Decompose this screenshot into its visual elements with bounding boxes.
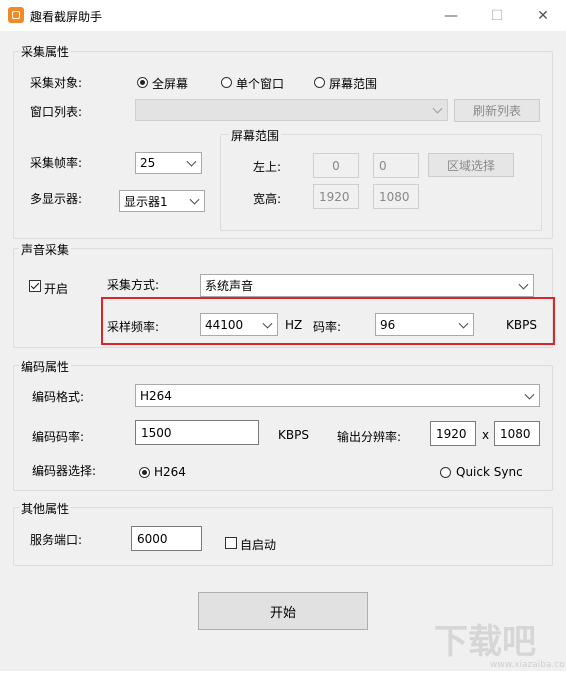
encode-group-title: 编码属性 — [19, 358, 72, 375]
resolution-height-input[interactable]: 1080 — [494, 421, 540, 446]
framerate-label: 采集帧率: — [30, 156, 83, 170]
port-label: 服务端口: — [30, 533, 83, 547]
region-top-input[interactable]: 0 — [373, 153, 419, 178]
radio-single-window[interactable] — [221, 77, 232, 88]
window-list-select[interactable] — [135, 99, 448, 121]
close-button[interactable]: ✕ — [520, 0, 566, 31]
minimize-button[interactable]: — — [428, 0, 474, 31]
chevron-down-icon — [186, 156, 197, 167]
encode-format-select[interactable]: H264 — [135, 384, 540, 407]
region-left-input[interactable]: 0 — [313, 153, 359, 178]
encode-bitrate-input[interactable]: 1500 — [135, 420, 259, 445]
radio-encoder-quicksync[interactable] — [440, 467, 451, 478]
framerate-value: 25 — [140, 156, 156, 170]
chevron-down-icon — [262, 318, 273, 329]
samplerate-value: 44100 — [205, 317, 244, 332]
chevron-down-icon — [458, 318, 469, 329]
encode-bitrate-label: 编码码率: — [32, 430, 85, 444]
encode-bitrate-unit: KBPS — [278, 428, 309, 442]
region-topleft-label: 左上: — [253, 160, 282, 174]
chevron-down-icon — [189, 194, 200, 205]
region-height-input[interactable]: 1080 — [373, 184, 419, 209]
audio-mode-value: 系统声音 — [205, 279, 254, 293]
region-group-title: 屏幕范围 — [229, 127, 282, 144]
title-bar: 趣看截屏助手 — ☐ ✕ — [0, 0, 566, 31]
monitor-label: 多显示器: — [30, 192, 83, 206]
radio-screen-region[interactable] — [314, 77, 325, 88]
audio-enable-label[interactable]: 开启 — [44, 280, 68, 297]
app-icon — [8, 7, 24, 23]
autostart-checkbox[interactable] — [225, 537, 237, 549]
svg-text:www.xiazaiba.com: www.xiazaiba.com — [490, 660, 565, 670]
radio-encoder-h264-label[interactable]: H264 — [154, 465, 186, 479]
capture-target-label: 采集对象: — [30, 76, 83, 90]
framerate-select[interactable]: 25 — [135, 152, 202, 174]
audio-mode-label: 采集方式: — [107, 278, 160, 292]
monitor-value: 显示器1 — [124, 194, 168, 209]
resolution-width-input[interactable]: 1920 — [430, 421, 476, 446]
audio-enable-checkbox[interactable] — [29, 280, 41, 292]
maximize-button[interactable]: ☐ — [474, 0, 520, 31]
resolution-label: 输出分辨率: — [337, 430, 402, 444]
samplerate-unit: HZ — [285, 318, 303, 332]
samplerate-select[interactable]: 44100 — [200, 313, 278, 336]
capture-group-title: 采集属性 — [19, 43, 72, 60]
audio-bitrate-value: 96 — [380, 317, 396, 332]
other-group — [13, 507, 553, 566]
resolution-x-label: x — [482, 428, 490, 442]
other-group-title: 其他属性 — [19, 500, 72, 517]
audio-mode-select[interactable]: 系统声音 — [200, 274, 534, 297]
start-button[interactable]: 开始 — [198, 592, 368, 630]
radio-single-window-label[interactable]: 单个窗口 — [236, 75, 284, 92]
chevron-down-icon — [524, 389, 535, 400]
autostart-label[interactable]: 自启动 — [240, 536, 276, 553]
audio-group-title: 声音采集 — [19, 241, 72, 258]
encoder-label: 编码器选择: — [32, 464, 97, 478]
port-input[interactable]: 6000 — [131, 526, 202, 551]
region-select-button[interactable]: 区域选择 — [428, 153, 514, 177]
radio-fullscreen[interactable] — [137, 77, 148, 88]
region-width-input[interactable]: 1920 — [313, 184, 359, 209]
region-group — [220, 134, 542, 231]
radio-fullscreen-label[interactable]: 全屏幕 — [152, 75, 188, 92]
audio-bitrate-label: 码率: — [313, 320, 342, 334]
encode-format-label: 编码格式: — [32, 390, 85, 404]
audio-bitrate-unit: KBPS — [506, 318, 537, 332]
samplerate-label: 采样频率: — [107, 320, 160, 334]
watermark-logo: 下载吧 www.xiazaiba.com — [430, 615, 566, 671]
encode-format-value: H264 — [140, 388, 172, 403]
region-size-label: 宽高: — [253, 192, 282, 206]
chevron-down-icon — [432, 103, 443, 114]
svg-text:下载吧: 下载吧 — [434, 622, 536, 662]
window-list-label: 窗口列表: — [30, 105, 83, 119]
chevron-down-icon — [518, 279, 529, 290]
audio-bitrate-select[interactable]: 96 — [375, 313, 474, 336]
radio-screen-region-label[interactable]: 屏幕范围 — [329, 75, 377, 92]
window-title: 趣看截屏助手 — [30, 10, 103, 24]
radio-encoder-quicksync-label[interactable]: Quick Sync — [456, 465, 523, 479]
watermark-icon: 下载吧 www.xiazaiba.com — [434, 622, 566, 670]
refresh-list-button[interactable]: 刷新列表 — [454, 99, 540, 122]
monitor-select[interactable]: 显示器1 — [119, 190, 205, 212]
radio-encoder-h264[interactable] — [139, 467, 150, 478]
